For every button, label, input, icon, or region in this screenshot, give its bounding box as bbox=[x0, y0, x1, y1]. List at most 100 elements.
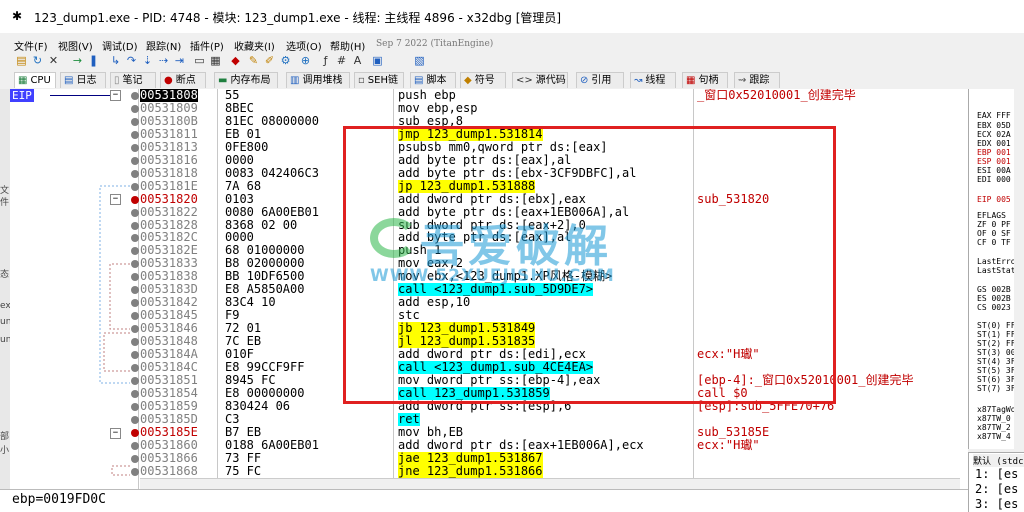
register-row[interactable]: EDX 001 bbox=[977, 139, 1011, 148]
breakpoint-dot-icon[interactable] bbox=[131, 441, 139, 450]
register-row[interactable]: ZF 0 PF bbox=[977, 220, 1011, 229]
menu-options[interactable]: 选项(O) bbox=[286, 38, 322, 53]
tab-log[interactable]: ▤ 日志 bbox=[60, 72, 106, 88]
breakpoint-dot-icon[interactable] bbox=[131, 208, 139, 217]
stop-icon[interactable]: ▭ bbox=[192, 53, 207, 68]
font-icon[interactable]: A bbox=[350, 53, 365, 68]
tab-callstack[interactable]: ▥ 调用堆栈 bbox=[286, 72, 350, 88]
tab-cpu[interactable]: ▦ CPU bbox=[14, 72, 56, 88]
breakpoint-dot-icon[interactable] bbox=[131, 104, 139, 113]
tab-threads[interactable]: ↝ 线程 bbox=[630, 72, 676, 88]
register-row[interactable]: EFLAGS bbox=[977, 211, 1011, 220]
breakpoint-dot-icon[interactable] bbox=[131, 428, 139, 437]
tab-handles[interactable]: ▦ 句柄 bbox=[682, 72, 728, 88]
breakpoint-dot-icon[interactable] bbox=[131, 338, 139, 347]
tab-references[interactable]: ⊘ 引用 bbox=[576, 72, 624, 88]
breakpoint-dot-icon[interactable] bbox=[131, 221, 139, 230]
breakpoint-dot-icon[interactable] bbox=[131, 92, 139, 100]
trace-over-icon[interactable]: ⇢ bbox=[156, 53, 171, 68]
register-row[interactable]: CF 0 TF bbox=[977, 238, 1011, 247]
breakpoint-dot-icon[interactable] bbox=[131, 312, 139, 321]
register-row[interactable]: ECX 02A bbox=[977, 130, 1011, 139]
breakpoint-dot-icon[interactable] bbox=[131, 182, 139, 191]
tab-script[interactable]: ▤ 脚本 bbox=[410, 72, 456, 88]
breakpoint-dot-icon[interactable] bbox=[131, 351, 139, 359]
menu-plugins[interactable]: 插件(P) bbox=[190, 38, 224, 53]
run-to-user-icon[interactable]: ⇥ bbox=[172, 53, 187, 68]
breakpoint-dot-icon[interactable] bbox=[131, 389, 139, 398]
disasm-row[interactable]: 0053185D C3 ret bbox=[10, 412, 968, 426]
breakpoint-icon[interactable]: ◆ bbox=[228, 53, 243, 68]
registers-scrollbar[interactable] bbox=[1014, 89, 1024, 449]
breakpoint-dot-icon[interactable] bbox=[131, 169, 139, 178]
breakpoint-dot-icon[interactable] bbox=[131, 130, 139, 139]
tab-memory-map[interactable]: ▬ 内存布局 bbox=[214, 72, 278, 88]
breakpoint-dot-icon[interactable] bbox=[131, 325, 139, 334]
breakpoint-dot-icon[interactable] bbox=[131, 234, 139, 243]
fx-icon[interactable]: ƒ bbox=[318, 53, 333, 68]
tab-source[interactable]: <> 源代码 bbox=[512, 72, 568, 88]
register-row[interactable]: OF 0 SF bbox=[977, 229, 1011, 238]
folder-open-icon[interactable]: ▤ bbox=[14, 53, 29, 68]
horizontal-scrollbar[interactable] bbox=[140, 478, 960, 489]
restart-icon[interactable]: ↻ bbox=[30, 53, 45, 68]
step-into-icon[interactable]: ↳ bbox=[108, 53, 123, 68]
tab-seh[interactable]: ▫ SEH链 bbox=[354, 72, 404, 88]
label-icon[interactable]: ✐ bbox=[262, 53, 277, 68]
close-icon[interactable]: ✕ bbox=[46, 53, 61, 68]
tab-trace[interactable]: ⇝ 跟踪 bbox=[734, 72, 780, 88]
calling-convention[interactable]: 默认 (stdca bbox=[973, 454, 1024, 467]
breakpoint-dot-icon[interactable] bbox=[131, 415, 139, 424]
script-icon[interactable]: ▦ bbox=[208, 53, 223, 68]
breakpoint-dot-icon[interactable] bbox=[131, 156, 139, 165]
run-icon[interactable]: → bbox=[70, 53, 85, 68]
register-row[interactable]: EBX 05D bbox=[977, 121, 1011, 130]
tab-breakpoints[interactable]: ● 断点 bbox=[160, 72, 206, 88]
disasm-row[interactable]: 00531866 73 FF jae 123_dump1.531867 bbox=[10, 451, 968, 465]
register-row[interactable]: EBP 001 bbox=[977, 148, 1011, 157]
calc-icon[interactable]: ▣ bbox=[370, 53, 385, 68]
tab-notes[interactable]: ▯ 笔记 bbox=[110, 72, 156, 88]
breakpoint-dot-icon[interactable] bbox=[131, 286, 139, 295]
breakpoint-dot-icon[interactable] bbox=[131, 195, 139, 204]
breakpoint-dot-icon[interactable] bbox=[131, 363, 139, 372]
disasm-row[interactable]: 00531868 75 FC jne 123_dump1.531866 bbox=[10, 464, 968, 478]
hash-icon[interactable]: # bbox=[334, 53, 349, 68]
breakpoint-dot-icon[interactable] bbox=[131, 143, 139, 152]
menu-view[interactable]: 视图(V) bbox=[58, 38, 93, 53]
register-row[interactable]: CS 0023 bbox=[977, 303, 1016, 312]
disasm-row[interactable]: 00531860 0188 6A00EB01 add dword ptr ds:[e… bbox=[10, 438, 968, 452]
register-row[interactable]: ESP 001 bbox=[977, 157, 1011, 166]
breakpoint-dot-icon[interactable] bbox=[131, 247, 139, 256]
register-row[interactable]: EDI 000 bbox=[977, 175, 1011, 184]
pause-icon[interactable]: ❚ bbox=[86, 53, 101, 68]
breakpoint-dot-icon[interactable] bbox=[131, 273, 139, 282]
register-row[interactable]: ES 002B bbox=[977, 294, 1016, 303]
disasm-row[interactable]: 0053185E B7 EB mov bh,EB sub_53185E bbox=[10, 425, 968, 439]
breakpoint-dot-icon[interactable] bbox=[131, 260, 139, 269]
menu-help[interactable]: 帮助(H) bbox=[330, 38, 365, 53]
image-icon[interactable]: ▧ bbox=[412, 53, 427, 68]
register-row[interactable]: EIP 005 bbox=[977, 195, 1011, 204]
breakpoint-dot-icon[interactable] bbox=[131, 117, 139, 126]
menu-favourites[interactable]: 收藏夹(I) bbox=[234, 38, 275, 53]
menu-trace[interactable]: 跟踪(N) bbox=[146, 38, 181, 53]
step-over-icon[interactable]: ↷ bbox=[124, 53, 139, 68]
breakpoint-dot-icon[interactable] bbox=[131, 299, 139, 308]
stack-args-panel[interactable]: 默认 (stdca 1: [es 2: [es 3: [es bbox=[968, 452, 1024, 512]
register-row[interactable]: GS 002B bbox=[977, 285, 1016, 294]
breakpoint-dot-icon[interactable] bbox=[131, 467, 139, 476]
trace-into-icon[interactable]: ⇣ bbox=[140, 53, 155, 68]
disasm-row[interactable]: 00531809 8BEC mov ebp,esp bbox=[10, 101, 968, 115]
comment-icon[interactable]: ✎ bbox=[246, 53, 261, 68]
function-icon[interactable]: ⊕ bbox=[298, 53, 313, 68]
breakpoint-dot-icon[interactable] bbox=[131, 376, 139, 385]
menu-debug[interactable]: 调试(D) bbox=[102, 38, 138, 53]
register-row[interactable]: EAX FFF bbox=[977, 111, 1011, 120]
tab-symbols[interactable]: ◆ 符号 bbox=[460, 72, 506, 88]
breakpoint-dot-icon[interactable] bbox=[131, 454, 139, 463]
menu-file[interactable]: 文件(F) bbox=[14, 38, 48, 53]
breakpoint-dot-icon[interactable] bbox=[131, 402, 139, 411]
register-row[interactable]: ESI 00A bbox=[977, 166, 1011, 175]
bookmark-icon[interactable]: ⚙ bbox=[278, 53, 293, 68]
